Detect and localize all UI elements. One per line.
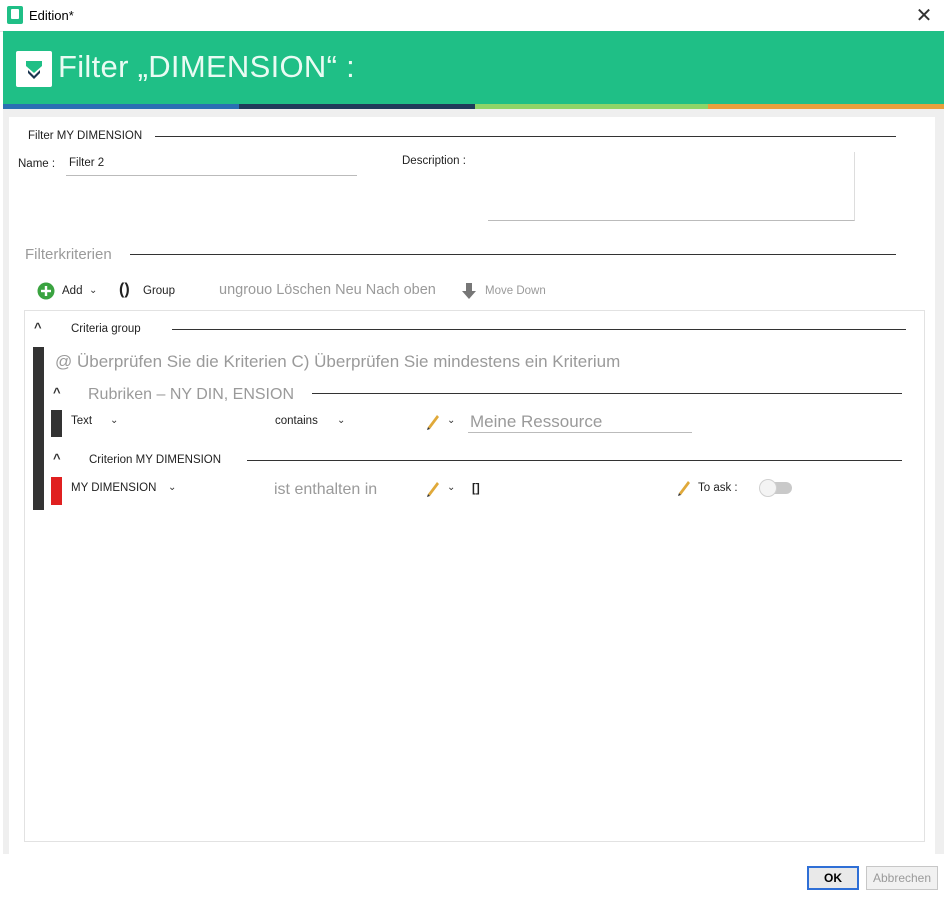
rubrik-operator-value: contains bbox=[275, 415, 318, 427]
rubrik-value: Meine Ressource bbox=[470, 412, 603, 431]
chevron-down-icon: ⌄ bbox=[89, 285, 98, 296]
cancel-button[interactable]: Abbrechen bbox=[866, 866, 938, 890]
criterion-field-value: MY DIMENSION bbox=[71, 482, 157, 494]
chevron-down-icon: ⌄ bbox=[110, 415, 119, 426]
criteria-group-line bbox=[172, 329, 906, 330]
move-down-button[interactable]: Move Down bbox=[460, 281, 552, 301]
plus-circle-icon bbox=[37, 282, 55, 300]
app-icon bbox=[7, 6, 23, 24]
criterion-marker-bar bbox=[51, 477, 62, 505]
collapse-criterion-icon[interactable]: ^ bbox=[53, 451, 61, 466]
description-label: Description : bbox=[402, 155, 466, 167]
criterion-line bbox=[247, 460, 902, 461]
criterion-value[interactable]: [] bbox=[472, 483, 480, 495]
collapse-rubrik-icon[interactable]: ^ bbox=[53, 385, 61, 400]
header-banner: Filter „DIMENSION“ : bbox=[3, 31, 944, 104]
group-label: Group bbox=[143, 285, 175, 297]
filter-legend-line bbox=[155, 136, 896, 137]
criterion-edit-button[interactable]: ⌄ bbox=[425, 479, 459, 499]
criteria-legend-line bbox=[130, 254, 896, 255]
close-button[interactable]: ✕ bbox=[905, 2, 943, 30]
toggle-knob bbox=[759, 479, 777, 497]
name-field[interactable]: Filter 2 bbox=[66, 155, 357, 176]
criterion-operator-value[interactable]: ist enthalten in bbox=[274, 481, 377, 499]
to-ask-label: To ask : bbox=[698, 482, 738, 494]
rubrik-title: Rubriken – NY DIN, ENSION bbox=[88, 386, 294, 403]
to-ask-toggle[interactable] bbox=[759, 479, 792, 497]
chevron-down-icon: ⌄ bbox=[168, 482, 177, 493]
chevron-down-icon: ⌄ bbox=[447, 482, 456, 493]
pencil-icon bbox=[427, 415, 439, 430]
rubrik-marker-bar bbox=[51, 410, 62, 437]
funnel-logo-icon bbox=[16, 51, 52, 87]
toolbar-overlay-text: ungrouo Löschen Neu Nach oben bbox=[219, 282, 436, 298]
criteria-legend: Filterkriterien bbox=[25, 246, 112, 263]
criterion-title: Criterion MY DIMENSION bbox=[89, 454, 222, 466]
group-marker-bar bbox=[33, 347, 44, 510]
group-button[interactable]: () Group bbox=[119, 281, 181, 301]
rubrik-edit-button[interactable]: ⌄ bbox=[425, 412, 459, 432]
rubrik-line bbox=[312, 393, 902, 394]
rubrik-operator-select[interactable]: contains ⌄ bbox=[275, 413, 355, 431]
rubrik-field-select[interactable]: Text ⌄ bbox=[71, 413, 131, 431]
arrow-down-icon bbox=[462, 283, 476, 299]
pencil-icon bbox=[678, 481, 690, 496]
chevron-down-icon: ⌄ bbox=[337, 415, 346, 426]
rubrik-value-input[interactable]: Meine Ressource bbox=[468, 410, 692, 433]
criteria-group-title: Criteria group bbox=[71, 323, 141, 335]
pencil-icon bbox=[427, 482, 439, 497]
window-title: Edition* bbox=[29, 8, 74, 23]
window-titlebar: Edition* ✕ bbox=[0, 0, 945, 32]
description-field[interactable] bbox=[488, 152, 855, 221]
parentheses-icon: () bbox=[119, 281, 130, 298]
add-label: Add bbox=[62, 285, 83, 297]
group-check-text: @ Überprüfen Sie die Kriterien C) Überpr… bbox=[55, 352, 621, 371]
collapse-group-icon[interactable]: ^ bbox=[34, 320, 42, 335]
chevron-down-icon: ⌄ bbox=[447, 415, 456, 426]
ok-button[interactable]: OK bbox=[807, 866, 859, 890]
name-value: Filter 2 bbox=[69, 157, 105, 169]
filter-legend: Filter MY DIMENSION bbox=[28, 130, 143, 142]
add-button[interactable]: Add ⌄ bbox=[37, 281, 103, 301]
rubrik-field-value: Text bbox=[71, 415, 93, 427]
to-ask-edit-button[interactable] bbox=[676, 478, 692, 496]
page-title: Filter „DIMENSION“ : bbox=[58, 49, 356, 84]
criterion-field-select[interactable]: MY DIMENSION ⌄ bbox=[71, 480, 181, 498]
move-down-label: Move Down bbox=[485, 285, 546, 297]
name-label: Name : bbox=[18, 158, 56, 170]
